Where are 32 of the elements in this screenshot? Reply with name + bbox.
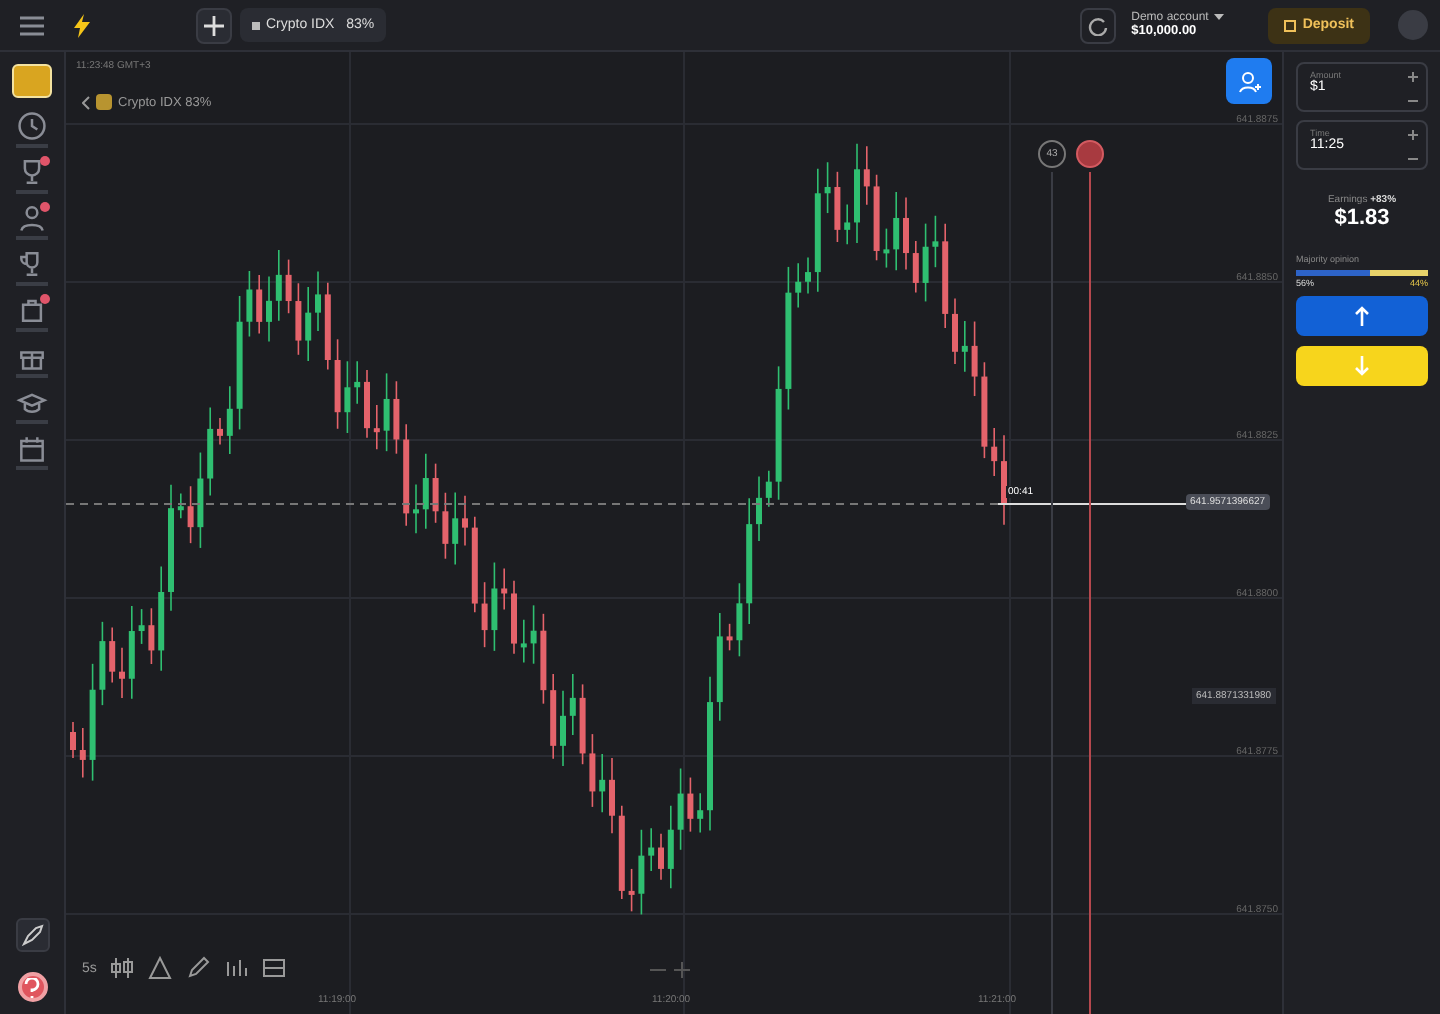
person-plus-icon	[1237, 69, 1261, 93]
caret-icon[interactable]	[1214, 14, 1225, 21]
sentiment-bar	[1296, 270, 1428, 276]
candles-icon[interactable]	[110, 956, 135, 980]
up-arrow-icon	[1354, 306, 1370, 326]
calendar-icon[interactable]	[16, 432, 48, 464]
layout-icon[interactable]	[262, 956, 287, 980]
plus-icon	[204, 15, 224, 35]
refresh-icon	[1087, 15, 1108, 35]
down-arrow-icon	[1354, 356, 1370, 376]
back-chevron-icon[interactable]	[82, 95, 90, 109]
plus-icon[interactable]	[1408, 130, 1418, 140]
clock-icon[interactable]	[16, 110, 48, 142]
pencil-icon[interactable]	[186, 956, 211, 980]
signal-button[interactable]	[1226, 58, 1272, 104]
bars-icon[interactable]	[224, 956, 249, 980]
rocket-button[interactable]	[15, 918, 49, 952]
help-button[interactable]	[17, 972, 47, 1002]
earnings-amount: $1.83	[1332, 206, 1392, 230]
expiry-marker-icon	[1076, 140, 1104, 168]
bag-icon[interactable]	[16, 294, 48, 326]
person-icon[interactable]	[16, 202, 48, 234]
asset-logo-icon[interactable]	[12, 64, 52, 98]
question-mark-icon	[24, 977, 40, 997]
refresh-button[interactable]	[1079, 7, 1116, 43]
menu-icon[interactable]	[20, 15, 44, 35]
lightning-logo-icon	[72, 13, 92, 37]
add-tab-button[interactable]	[196, 7, 232, 43]
triangle-icon[interactable]	[148, 956, 173, 980]
asset-logo-icon	[96, 94, 112, 110]
wallet-icon	[1284, 19, 1297, 31]
plus-icon[interactable]	[1408, 72, 1418, 82]
